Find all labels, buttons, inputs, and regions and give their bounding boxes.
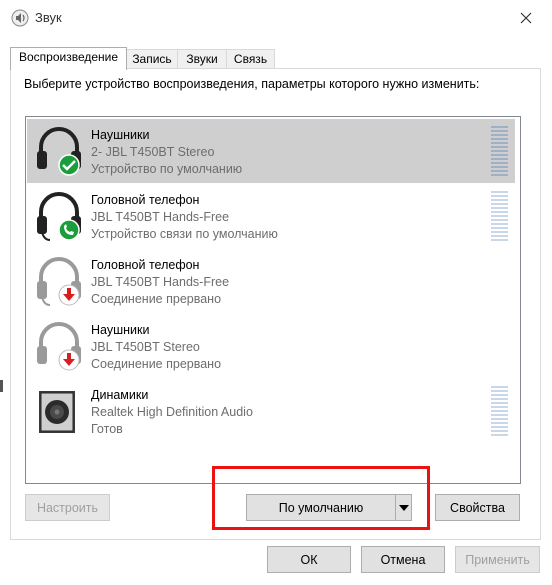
device-status: Устройство по умолчанию <box>91 162 243 176</box>
window-edge-mark <box>0 380 3 392</box>
title-bar: Звук <box>0 0 552 36</box>
device-status: Устройство связи по умолчанию <box>91 227 278 241</box>
volume-meter <box>491 386 508 436</box>
device-item[interactable]: Динамики Realtek High Definition Audio Г… <box>27 379 515 443</box>
headphones-icon <box>37 127 81 176</box>
device-name: Наушники <box>91 323 150 337</box>
device-item[interactable]: Наушники JBL T450BT Stereo Соединение пр… <box>27 314 515 378</box>
tab-playback[interactable]: Воспроизведение <box>10 47 127 70</box>
device-item[interactable]: Наушники 2- JBL T450BT Stereo Устройство… <box>27 119 515 183</box>
device-status: Соединение прервано <box>91 357 222 371</box>
tab-communications[interactable]: Связь <box>226 49 275 69</box>
device-name: Головной телефон <box>91 258 200 272</box>
device-name: Наушники <box>91 128 150 142</box>
volume-meter <box>491 191 508 241</box>
phone-badge <box>58 219 80 241</box>
cancel-button[interactable]: Отмена <box>361 546 445 573</box>
speaker-icon <box>39 391 75 433</box>
device-description: JBL T450BT Stereo <box>91 340 200 354</box>
device-description: 2- JBL T450BT Stereo <box>91 145 215 159</box>
disconnected-arrow-badge <box>58 349 80 371</box>
highlight-box <box>212 466 430 530</box>
device-status: Соединение прервано <box>91 292 222 306</box>
properties-button[interactable]: Свойства <box>435 494 520 521</box>
apply-button[interactable]: Применить <box>455 546 540 573</box>
disconnected-arrow-badge <box>58 284 80 306</box>
device-description: Realtek High Definition Audio <box>91 405 253 419</box>
device-name: Динамики <box>91 388 149 402</box>
headset-icon <box>37 192 81 241</box>
headset-icon <box>37 257 81 306</box>
default-check-badge <box>58 154 80 176</box>
device-item[interactable]: Головной телефон JBL T450BT Hands-Free С… <box>27 249 515 313</box>
ok-button[interactable]: ОК <box>267 546 351 573</box>
device-description: JBL T450BT Hands-Free <box>91 275 230 289</box>
close-button[interactable] <box>512 6 540 30</box>
instruction-text: Выберите устройство воспроизведения, пар… <box>24 77 480 91</box>
close-icon <box>520 12 532 24</box>
window-title: Звук <box>35 10 62 25</box>
device-description: JBL T450BT Hands-Free <box>91 210 230 224</box>
speaker-app-icon <box>11 9 29 27</box>
configure-button[interactable]: Настроить <box>25 494 110 521</box>
headphones-icon <box>37 322 81 371</box>
device-item[interactable]: Головной телефон JBL T450BT Hands-Free У… <box>27 184 515 248</box>
tab-recording[interactable]: Запись <box>126 49 178 69</box>
device-list[interactable]: Наушники 2- JBL T450BT Stereo Устройство… <box>25 116 521 484</box>
volume-meter <box>491 126 508 176</box>
tab-sounds[interactable]: Звуки <box>177 49 227 69</box>
device-status: Готов <box>91 422 123 436</box>
device-name: Головной телефон <box>91 193 200 207</box>
